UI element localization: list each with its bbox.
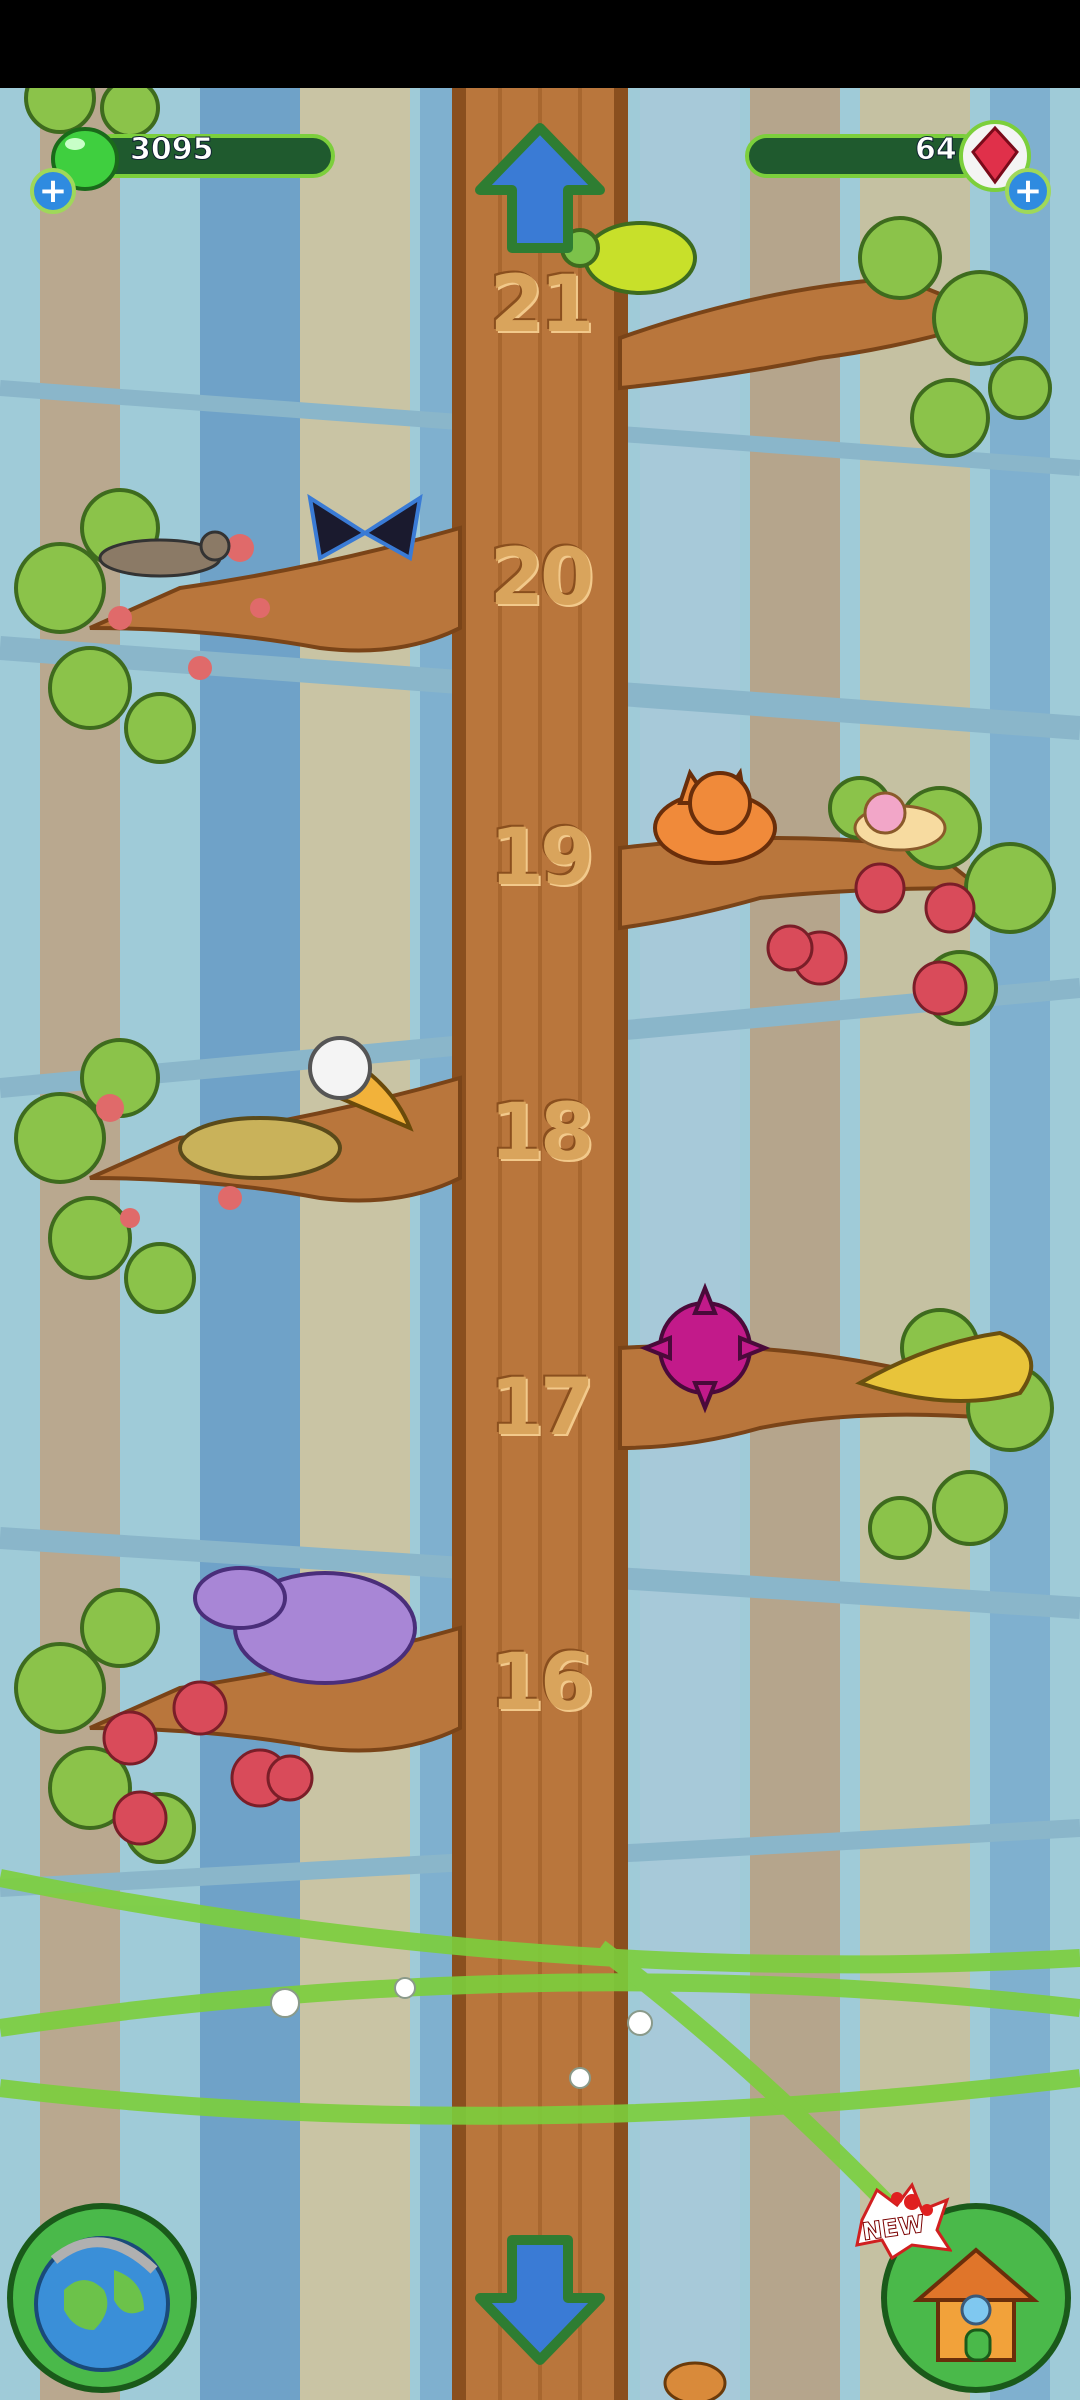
scroll-up-button[interactable] — [470, 120, 610, 260]
level-number-21: 21 — [489, 260, 595, 350]
crystals-value: 64 — [915, 132, 958, 168]
spiky-creature — [639, 1282, 771, 1414]
deer-animal — [663, 2361, 727, 2400]
add-crystals-button[interactable]: + — [1005, 168, 1051, 214]
game-scene: 21 20 19 18 17 16 3095 + 64 + NEW — [0, 88, 1080, 2400]
level-number-16: 16 — [489, 1638, 595, 1728]
new-badge: NEW — [852, 2180, 954, 2261]
gems-counter: 3095 — [30, 124, 350, 191]
crystals-counter: 64 — [735, 120, 1055, 192]
fox-animal — [653, 767, 777, 865]
forest-background — [0, 88, 1080, 2400]
kangaroo-and-pelican — [178, 1036, 414, 1180]
level-number-19: 19 — [489, 813, 595, 903]
level-number-20: 20 — [489, 533, 595, 623]
level-number-17: 17 — [489, 1363, 595, 1453]
scroll-down-button[interactable] — [470, 2228, 610, 2368]
weasel-animal — [98, 530, 231, 578]
status-bar — [0, 0, 1080, 88]
hippo-animal — [193, 1566, 417, 1685]
gems-value: 3095 — [130, 132, 214, 168]
stingray-animal — [855, 1330, 1034, 1403]
globe-button[interactable] — [4, 2200, 200, 2396]
snail-animal — [853, 791, 947, 852]
level-number-18: 18 — [489, 1088, 595, 1178]
butterfly-animal — [307, 493, 423, 562]
add-gems-button[interactable]: + — [30, 168, 76, 214]
